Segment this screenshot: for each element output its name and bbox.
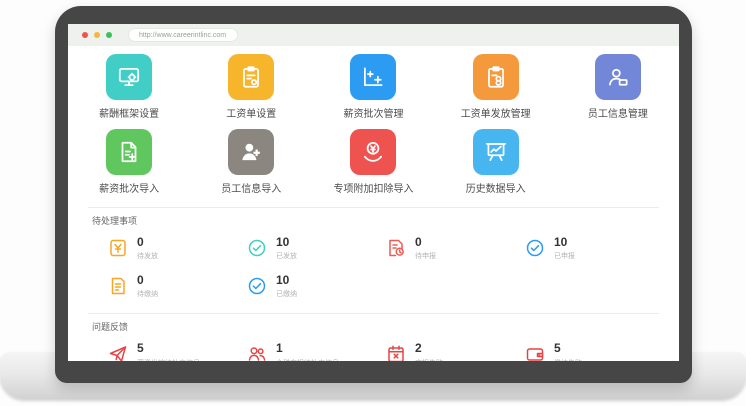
stat-label: 缴纳失败 (554, 358, 582, 361)
batch-chart-icon (350, 54, 396, 100)
tile-employee-info-management[interactable]: 员工信息管理 (557, 54, 679, 120)
maximize-window-icon[interactable] (106, 32, 112, 38)
tile-payslip-settings[interactable]: 工资单设置 (190, 54, 312, 120)
clipboard-gear-icon (228, 54, 274, 100)
section-divider (88, 207, 659, 208)
stat-label: 已申报 (554, 251, 575, 261)
person-add-icon (228, 129, 274, 175)
pending-section-title: 待处理事项 (92, 214, 679, 227)
minimize-window-icon[interactable] (94, 32, 100, 38)
tile-label: 历史数据导入 (466, 180, 526, 195)
chart-board-icon (473, 129, 519, 175)
tile-employee-info-import[interactable]: 员工信息导入 (190, 129, 312, 195)
dashboard-content: 薪酬框架设置 工资单设置 (68, 46, 679, 361)
stat-count: 1 (276, 342, 339, 355)
browser-bar: http://www.careerintlinc.com (68, 24, 679, 46)
tile-label: 工资单设置 (226, 105, 276, 120)
pending-row-1: 0 待发放 10 已发放 (68, 236, 679, 261)
laptop-mockup: http://www.careerintlinc.com 薪酬框架设置 (0, 0, 746, 406)
tile-special-deduction-import[interactable]: 专项附加扣除导入 (312, 129, 434, 195)
calendar-x-icon (386, 344, 406, 361)
clipboard-coins-icon (473, 54, 519, 100)
stat-pending-declaration[interactable]: 0 待申报 (386, 236, 525, 261)
laptop-screen-bezel: http://www.careerintlinc.com 薪酬框架设置 (55, 6, 692, 383)
wallet-icon (525, 344, 545, 361)
stat-payment-failed[interactable]: 5 缴纳失败 (525, 342, 664, 361)
tile-label: 薪资批次导入 (99, 180, 159, 195)
stat-pending-payment[interactable]: 0 待缴纳 (108, 274, 247, 299)
paper-plane-icon (108, 344, 128, 361)
stat-declaration-failed[interactable]: 2 申报失败 (386, 342, 525, 361)
close-window-icon[interactable] (82, 32, 88, 38)
stat-count: 10 (276, 274, 297, 287)
tile-salary-batch-management[interactable]: 薪资批次管理 (312, 54, 434, 120)
people-icon (247, 344, 267, 361)
section-divider (88, 313, 659, 314)
feedback-row: 5 薪资发放待补充信息 1 个税申报待补充信息 (68, 342, 679, 361)
stat-label: 申报失败 (415, 358, 443, 361)
tile-payslip-distribution-management[interactable]: 工资单发放管理 (435, 54, 557, 120)
stat-label: 个税申报待补充信息 (276, 358, 339, 361)
check-circle-icon (247, 276, 267, 296)
tile-label: 薪资批次管理 (343, 105, 403, 120)
screen: http://www.careerintlinc.com 薪酬框架设置 (68, 24, 679, 361)
check-circle-icon (247, 238, 267, 258)
stat-count: 5 (554, 342, 582, 355)
tile-label: 员工信息管理 (588, 105, 648, 120)
stat-count: 5 (137, 342, 200, 355)
stat-distributed[interactable]: 10 已发放 (247, 236, 386, 261)
tile-history-data-import[interactable]: 历史数据导入 (435, 129, 557, 195)
stat-count: 10 (276, 236, 297, 249)
monitor-gear-icon (106, 54, 152, 100)
tile-label: 员工信息导入 (221, 180, 281, 195)
tile-label: 专项附加扣除导入 (333, 180, 413, 195)
yen-doc-icon (108, 238, 128, 258)
tile-label: 工资单发放管理 (461, 105, 531, 120)
stat-count: 2 (415, 342, 443, 355)
app-tile-row-2: 薪资批次导入 员工信息导入 (68, 129, 679, 195)
tax-hand-icon (350, 129, 396, 175)
stat-label: 待申报 (415, 251, 436, 261)
stat-declared[interactable]: 10 已申报 (525, 236, 664, 261)
stat-pending-distribution[interactable]: 0 待发放 (108, 236, 247, 261)
stat-tax-supplement-info[interactable]: 1 个税申报待补充信息 (247, 342, 386, 361)
tile-salary-framework-settings[interactable]: 薪酬框架设置 (68, 54, 190, 120)
url-text: http://www.careerintlinc.com (139, 32, 226, 39)
pending-row-2: 0 待缴纳 10 已缴纳 (68, 274, 679, 299)
stat-count: 0 (137, 236, 158, 249)
check-circle-icon (525, 238, 545, 258)
doc-lines-icon (108, 276, 128, 296)
tile-salary-batch-import[interactable]: 薪资批次导入 (68, 129, 190, 195)
url-field[interactable]: http://www.careerintlinc.com (128, 28, 238, 42)
person-card-icon (595, 54, 641, 100)
stat-label: 待发放 (137, 251, 158, 261)
app-tile-row-1: 薪酬框架设置 工资单设置 (68, 54, 679, 120)
doc-plus-icon (106, 129, 152, 175)
tile-label: 薪酬框架设置 (99, 105, 159, 120)
stat-count: 0 (137, 274, 158, 287)
feedback-section-title: 问题反馈 (92, 320, 679, 333)
stat-label: 待缴纳 (137, 289, 158, 299)
stat-label: 已发放 (276, 251, 297, 261)
stat-label: 已缴纳 (276, 289, 297, 299)
stat-salary-supplement-info[interactable]: 5 薪资发放待补充信息 (108, 342, 247, 361)
stat-count: 0 (415, 236, 436, 249)
doc-clock-icon (386, 238, 406, 258)
stat-count: 10 (554, 236, 575, 249)
stat-label: 薪资发放待补充信息 (137, 358, 200, 361)
stat-paid[interactable]: 10 已缴纳 (247, 274, 386, 299)
